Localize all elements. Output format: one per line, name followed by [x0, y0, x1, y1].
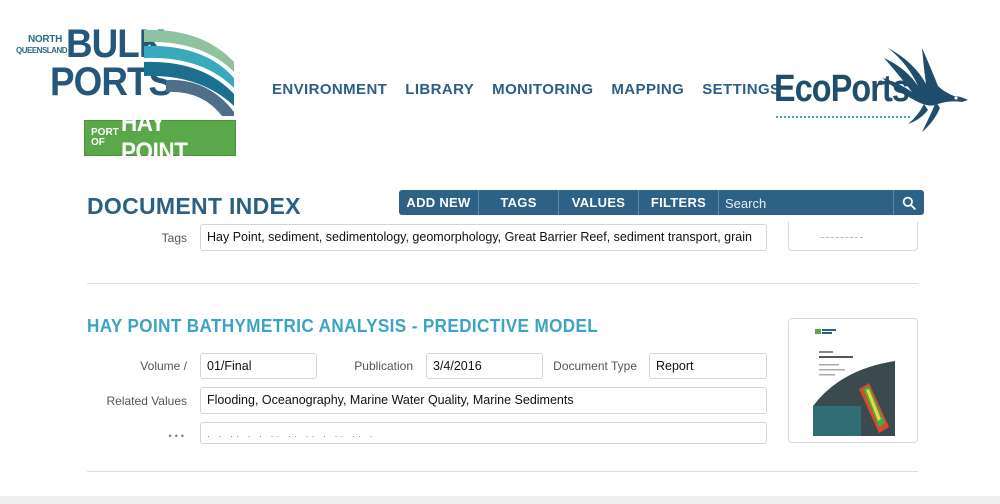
- add-new-button[interactable]: ADD NEW: [399, 190, 479, 215]
- page-title: DOCUMENT INDEX: [87, 193, 301, 219]
- tags-label: Tags: [161, 231, 187, 245]
- related-values-label: Related Values: [106, 394, 188, 408]
- obscured-field[interactable]: · · ·· · · ·· ·· ·· · ·· ·· ·: [200, 422, 767, 444]
- publication-label: Publication: [354, 359, 413, 373]
- related-values-field[interactable]: Flooding, Oceanography, Marine Water Qua…: [200, 387, 767, 414]
- record-divider: [87, 283, 918, 284]
- search-input[interactable]: [721, 192, 893, 215]
- nav-environment[interactable]: ENVIRONMENT: [272, 81, 387, 98]
- tags-button[interactable]: TAGS: [479, 190, 559, 215]
- window-bottom-strip: [0, 496, 1000, 504]
- record-title[interactable]: HAY POINT BATHYMETRIC ANALYSIS - PREDICT…: [87, 316, 598, 337]
- volume-label: Volume /: [140, 359, 187, 373]
- document-toolbar: ADD NEW TAGS VALUES FILTERS: [399, 190, 924, 215]
- nav-monitoring[interactable]: MONITORING: [492, 81, 593, 98]
- nav-library[interactable]: LIBRARY: [405, 81, 474, 98]
- obscured-label-glyphs: •••: [168, 431, 187, 441]
- main-nav: ENVIRONMENT LIBRARY MONITORING MAPPING S…: [272, 81, 780, 98]
- nqbp-logo[interactable]: NORTH QUEENSLAND BULK PORTS PORT OF HAY …: [14, 24, 236, 166]
- record-divider-bottom: [87, 471, 918, 472]
- document-type-field[interactable]: Report: [649, 353, 767, 379]
- obscured-field-glyphs: · · ·· · · ·· ·· ·· · ·· ·· ·: [207, 431, 376, 441]
- tags-field[interactable]: Hay Point, sediment, sedimentology, geom…: [200, 224, 767, 251]
- publication-field[interactable]: 3/4/2016: [426, 353, 543, 379]
- logo-north-queensland: NORTH QUEENSLAND: [16, 34, 68, 55]
- report-cover-image: [789, 319, 917, 442]
- bird-icon: [882, 48, 968, 132]
- document-type-label: Document Type: [553, 359, 637, 373]
- prev-document-thumbnail[interactable]: [788, 222, 918, 251]
- logo-waves-graphic: [144, 29, 234, 116]
- volume-field[interactable]: 01/Final: [200, 353, 317, 379]
- thumbnail-text-line: [821, 237, 863, 238]
- port-of-hay-point-badge: PORT OF HAY POINT: [84, 109, 236, 166]
- ecoports-logo[interactable]: EcoPorts: [774, 46, 974, 141]
- obscured-label: •••: [150, 428, 187, 442]
- values-button[interactable]: VALUES: [559, 190, 639, 215]
- nav-mapping[interactable]: MAPPING: [611, 81, 684, 98]
- filters-button[interactable]: FILTERS: [639, 190, 719, 215]
- search-button[interactable]: [893, 190, 924, 215]
- nav-settings[interactable]: SETTINGS: [702, 81, 780, 98]
- document-thumbnail[interactable]: [788, 318, 918, 443]
- search-icon: [902, 196, 916, 210]
- hay-point-label: HAY POINT: [120, 109, 188, 166]
- port-of-label: PORT OF: [91, 127, 119, 148]
